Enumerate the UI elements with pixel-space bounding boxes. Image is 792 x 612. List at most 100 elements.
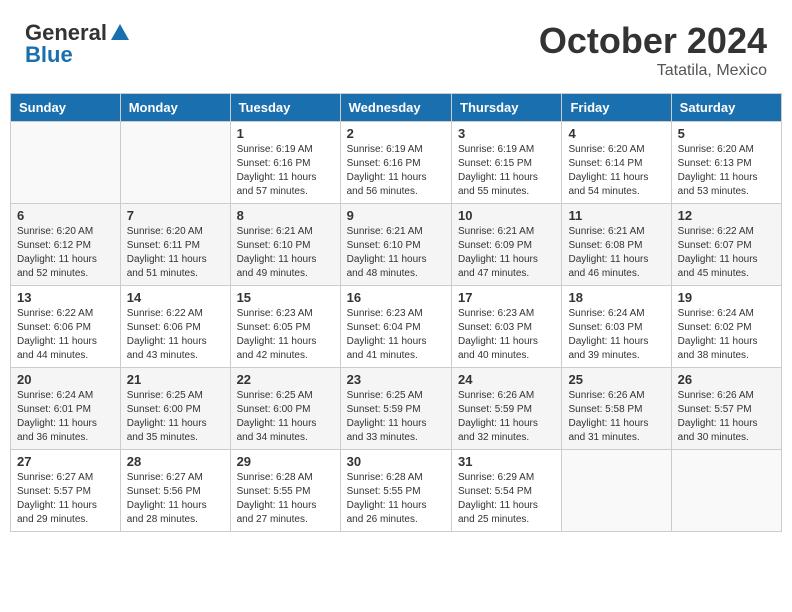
calendar-cell: 9 Sunrise: 6:21 AM Sunset: 6:10 PM Daylig… [340, 204, 451, 286]
location-title: Tatatila, Mexico [539, 62, 767, 80]
day-number: 9 [347, 208, 445, 223]
day-number: 15 [237, 290, 334, 305]
cell-info: Sunrise: 6:26 AM Sunset: 5:59 PM Dayligh… [458, 389, 555, 445]
calendar-cell: 17 Sunrise: 6:23 AM Sunset: 6:03 PM Dayli… [452, 286, 562, 368]
day-number: 1 [237, 126, 334, 141]
calendar-cell: 6 Sunrise: 6:20 AM Sunset: 6:12 PM Daylig… [11, 204, 121, 286]
day-number: 4 [568, 126, 664, 141]
calendar-cell: 31Sunrise: 6:29 AM Sunset: 5:54 PM Dayli… [452, 450, 562, 532]
cell-info: Sunrise: 6:22 AM Sunset: 6:07 PM Dayligh… [678, 225, 775, 281]
calendar-week-row: 20Sunrise: 6:24 AM Sunset: 6:01 PM Dayli… [11, 368, 782, 450]
day-header-thursday: Thursday [452, 94, 562, 122]
logo-text-blue: Blue [25, 42, 73, 68]
calendar-header-row: SundayMondayTuesdayWednesdayThursdayFrid… [11, 94, 782, 122]
day-number: 26 [678, 372, 775, 387]
calendar-cell: 1 Sunrise: 6:19 AM Sunset: 6:16 PM Daylig… [230, 122, 340, 204]
cell-info: Sunrise: 6:23 AM Sunset: 6:03 PM Dayligh… [458, 307, 555, 363]
cell-info: Sunrise: 6:25 AM Sunset: 6:00 PM Dayligh… [127, 389, 224, 445]
calendar-cell: 28 Sunrise: 6:27 AM Sunset: 5:56 PM Dayli… [120, 450, 230, 532]
day-header-wednesday: Wednesday [340, 94, 451, 122]
cell-info: Sunrise: 6:27 AM Sunset: 5:57 PM Dayligh… [17, 471, 114, 527]
calendar-week-row: 1 Sunrise: 6:19 AM Sunset: 6:16 PM Daylig… [11, 122, 782, 204]
day-number: 24 [458, 372, 555, 387]
day-number: 10 [458, 208, 555, 223]
day-number: 27 [17, 454, 114, 469]
calendar-cell [562, 450, 671, 532]
day-number: 17 [458, 290, 555, 305]
calendar-cell: 16 Sunrise: 6:23 AM Sunset: 6:04 PM Dayli… [340, 286, 451, 368]
calendar-week-row: 6 Sunrise: 6:20 AM Sunset: 6:12 PM Daylig… [11, 204, 782, 286]
day-number: 13 [17, 290, 114, 305]
logo-icon [109, 22, 131, 44]
day-number: 20 [17, 372, 114, 387]
calendar-cell: 19 Sunrise: 6:24 AM Sunset: 6:02 PM Dayli… [671, 286, 781, 368]
day-header-monday: Monday [120, 94, 230, 122]
calendar-cell: 11Sunrise: 6:21 AM Sunset: 6:08 PM Dayli… [562, 204, 671, 286]
calendar-cell: 10 Sunrise: 6:21 AM Sunset: 6:09 PM Dayli… [452, 204, 562, 286]
calendar-cell: 29 Sunrise: 6:28 AM Sunset: 5:55 PM Dayli… [230, 450, 340, 532]
day-number: 28 [127, 454, 224, 469]
calendar-cell: 14 Sunrise: 6:22 AM Sunset: 6:06 PM Dayli… [120, 286, 230, 368]
calendar-cell: 13Sunrise: 6:22 AM Sunset: 6:06 PM Dayli… [11, 286, 121, 368]
cell-info: Sunrise: 6:28 AM Sunset: 5:55 PM Dayligh… [237, 471, 334, 527]
cell-info: Sunrise: 6:23 AM Sunset: 6:05 PM Dayligh… [237, 307, 334, 363]
cell-info: Sunrise: 6:19 AM Sunset: 6:16 PM Dayligh… [237, 143, 334, 199]
day-number: 25 [568, 372, 664, 387]
cell-info: Sunrise: 6:25 AM Sunset: 6:00 PM Dayligh… [237, 389, 334, 445]
calendar-cell: 4 Sunrise: 6:20 AM Sunset: 6:14 PM Daylig… [562, 122, 671, 204]
cell-info: Sunrise: 6:23 AM Sunset: 6:04 PM Dayligh… [347, 307, 445, 363]
calendar-cell: 25 Sunrise: 6:26 AM Sunset: 5:58 PM Dayli… [562, 368, 671, 450]
day-header-sunday: Sunday [11, 94, 121, 122]
cell-info: Sunrise: 6:20 AM Sunset: 6:12 PM Dayligh… [17, 225, 114, 281]
calendar-week-row: 13 Sunrise: 6:22 AM Sunset: 6:06 PM Dayli… [11, 286, 782, 368]
cell-info: Sunrise: 6:22 AM Sunset: 6:06 PM Dayligh… [127, 307, 224, 363]
day-number: 8 [237, 208, 334, 223]
cell-info: Sunrise: 6:26 AM Sunset: 5:58 PM Dayligh… [568, 389, 664, 445]
logo: General Blue [25, 20, 131, 68]
day-number: 31 [458, 454, 555, 469]
calendar-cell: 22 Sunrise: 6:25 AM Sunset: 6:00 PM Dayli… [230, 368, 340, 450]
title-block: October 2024 Tatatila, Mexico [539, 20, 767, 80]
cell-info: Sunrise: 6:24 AM Sunset: 6:02 PM Dayligh… [678, 307, 775, 363]
cell-info: Sunrise: 6:21 AM Sunset: 6:10 PM Dayligh… [347, 225, 445, 281]
day-header-friday: Friday [562, 94, 671, 122]
cell-info: Sunrise: 6:25 AM Sunset: 5:59 PM Dayligh… [347, 389, 445, 445]
calendar-cell: 21 Sunrise: 6:25 AM Sunset: 6:00 PM Dayli… [120, 368, 230, 450]
day-number: 22 [237, 372, 334, 387]
cell-info: Sunrise: 6:21 AM Sunset: 6:09 PM Dayligh… [458, 225, 555, 281]
calendar-cell [671, 450, 781, 532]
day-number: 2 [347, 126, 445, 141]
day-header-saturday: Saturday [671, 94, 781, 122]
day-number: 11 [568, 208, 664, 223]
day-number: 30 [347, 454, 445, 469]
calendar-cell: 8 Sunrise: 6:21 AM Sunset: 6:10 PM Daylig… [230, 204, 340, 286]
calendar-cell: 2Sunrise: 6:19 AM Sunset: 6:16 PM Daylig… [340, 122, 451, 204]
calendar-cell: 18 Sunrise: 6:24 AM Sunset: 6:03 PM Dayli… [562, 286, 671, 368]
cell-info: Sunrise: 6:20 AM Sunset: 6:13 PM Dayligh… [678, 143, 775, 199]
day-number: 6 [17, 208, 114, 223]
cell-info: Sunrise: 6:28 AM Sunset: 5:55 PM Dayligh… [347, 471, 445, 527]
cell-info: Sunrise: 6:19 AM Sunset: 6:15 PM Dayligh… [458, 143, 555, 199]
cell-info: Sunrise: 6:20 AM Sunset: 6:14 PM Dayligh… [568, 143, 664, 199]
calendar-cell: 15 Sunrise: 6:23 AM Sunset: 6:05 PM Dayli… [230, 286, 340, 368]
day-number: 14 [127, 290, 224, 305]
day-number: 29 [237, 454, 334, 469]
calendar-cell: 27 Sunrise: 6:27 AM Sunset: 5:57 PM Dayli… [11, 450, 121, 532]
calendar-cell: 12Sunrise: 6:22 AM Sunset: 6:07 PM Dayli… [671, 204, 781, 286]
calendar-cell: 5 Sunrise: 6:20 AM Sunset: 6:13 PM Daylig… [671, 122, 781, 204]
cell-info: Sunrise: 6:21 AM Sunset: 6:10 PM Dayligh… [237, 225, 334, 281]
cell-info: Sunrise: 6:24 AM Sunset: 6:03 PM Dayligh… [568, 307, 664, 363]
day-number: 23 [347, 372, 445, 387]
month-title: October 2024 [539, 20, 767, 62]
day-number: 19 [678, 290, 775, 305]
day-header-tuesday: Tuesday [230, 94, 340, 122]
calendar-table: SundayMondayTuesdayWednesdayThursdayFrid… [10, 93, 782, 532]
calendar-cell: 26Sunrise: 6:26 AM Sunset: 5:57 PM Dayli… [671, 368, 781, 450]
day-number: 5 [678, 126, 775, 141]
day-number: 16 [347, 290, 445, 305]
day-number: 21 [127, 372, 224, 387]
day-number: 18 [568, 290, 664, 305]
calendar-cell: 30 Sunrise: 6:28 AM Sunset: 5:55 PM Dayli… [340, 450, 451, 532]
cell-info: Sunrise: 6:27 AM Sunset: 5:56 PM Dayligh… [127, 471, 224, 527]
calendar-cell: 7Sunrise: 6:20 AM Sunset: 6:11 PM Daylig… [120, 204, 230, 286]
